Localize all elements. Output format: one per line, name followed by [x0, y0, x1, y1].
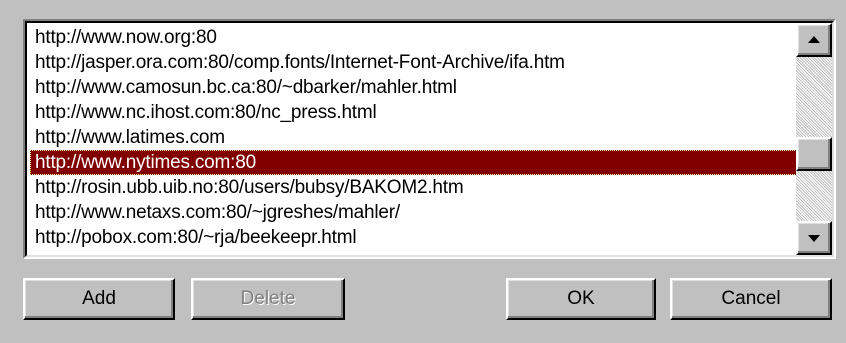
cancel-button[interactable]: Cancel — [670, 278, 832, 320]
add-button[interactable]: Add — [23, 278, 175, 320]
triangle-down-icon — [808, 235, 820, 242]
list-item[interactable]: http://www.now.org:80 — [30, 25, 797, 50]
list-item[interactable]: http://pobox.com:80/~rja/beekeepr.html — [30, 225, 797, 250]
url-list-dialog: http://www.now.org:80 http://jasper.ora.… — [0, 0, 846, 343]
url-listbox-inner: http://www.now.org:80 http://jasper.ora.… — [25, 21, 834, 257]
scroll-up-button[interactable] — [796, 23, 832, 57]
list-item-selected[interactable]: http://www.nytimes.com:80 — [30, 150, 797, 175]
list-item[interactable]: http://www.camosun.bc.ca:80/~dbarker/mah… — [30, 75, 797, 100]
list-item[interactable]: http://www.nc.ihost.com:80/nc_press.html — [30, 100, 797, 125]
url-list: http://www.now.org:80 http://jasper.ora.… — [30, 25, 797, 255]
triangle-up-icon — [808, 36, 820, 43]
ok-button[interactable]: OK — [506, 278, 656, 320]
list-item[interactable]: http://www.netaxs.com:80/~jgreshes/mahle… — [30, 200, 797, 225]
scroll-down-button[interactable] — [796, 221, 832, 255]
vertical-scrollbar[interactable] — [796, 23, 832, 255]
list-item[interactable]: http://www.latimes.com — [30, 125, 797, 150]
list-item[interactable]: http://jasper.ora.com:80/comp.fonts/Inte… — [30, 50, 797, 75]
list-item[interactable]: http://rosin.ubb.uib.no:80/users/bubsy/B… — [30, 175, 797, 200]
delete-button[interactable]: Delete — [191, 278, 345, 320]
scrollbar-thumb[interactable] — [796, 137, 832, 171]
url-listbox[interactable]: http://www.now.org:80 http://jasper.ora.… — [23, 19, 836, 259]
